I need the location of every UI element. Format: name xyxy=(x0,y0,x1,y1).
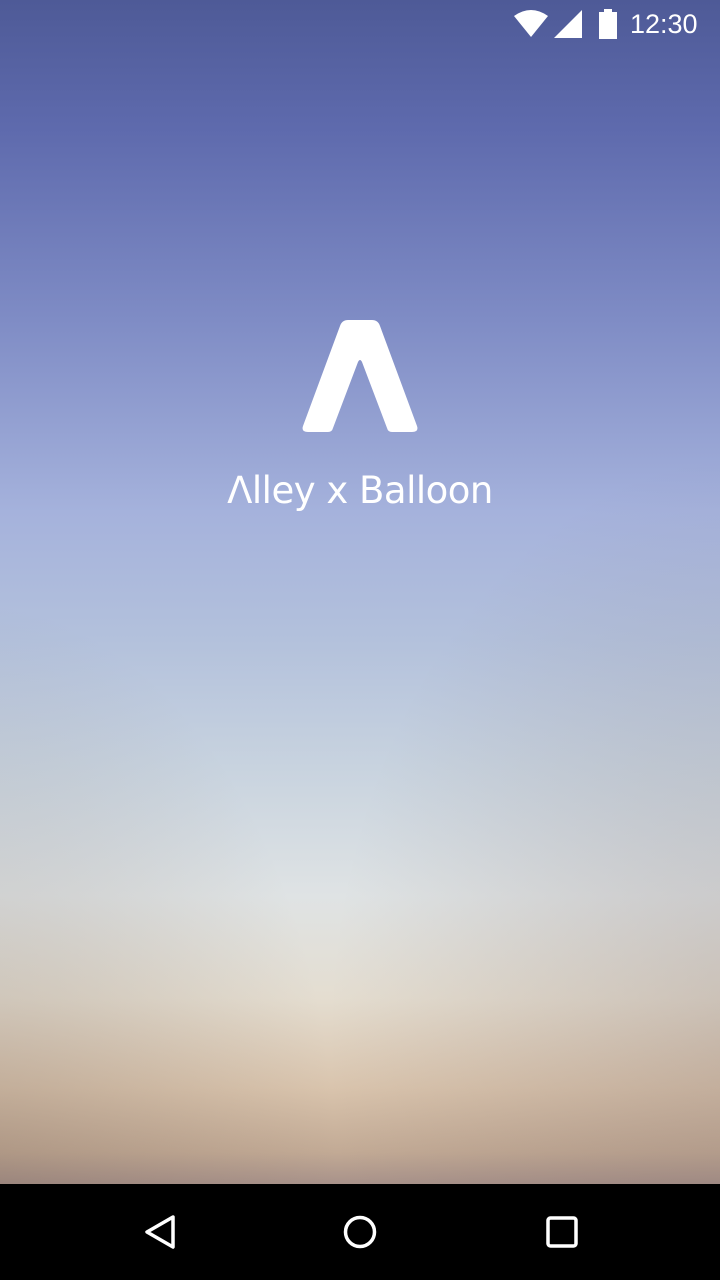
cell-signal-icon xyxy=(554,10,582,38)
alley-logo-icon xyxy=(302,320,418,432)
recents-button[interactable] xyxy=(530,1200,594,1264)
background-vignette xyxy=(0,0,720,1184)
home-button[interactable] xyxy=(328,1200,392,1264)
recents-icon xyxy=(546,1216,578,1248)
home-icon xyxy=(343,1215,377,1249)
back-button[interactable] xyxy=(128,1200,192,1264)
battery-icon xyxy=(599,9,617,39)
wifi-icon xyxy=(514,10,548,37)
status-bar-clock: 12:30 xyxy=(630,9,698,39)
back-icon xyxy=(145,1215,175,1249)
status-bar: 12:30 xyxy=(0,0,720,48)
app-name: Λlley x Balloon xyxy=(227,469,493,512)
splash-screen: 12:30 Λlley x Balloon xyxy=(0,0,720,1280)
navigation-bar xyxy=(0,1184,720,1280)
